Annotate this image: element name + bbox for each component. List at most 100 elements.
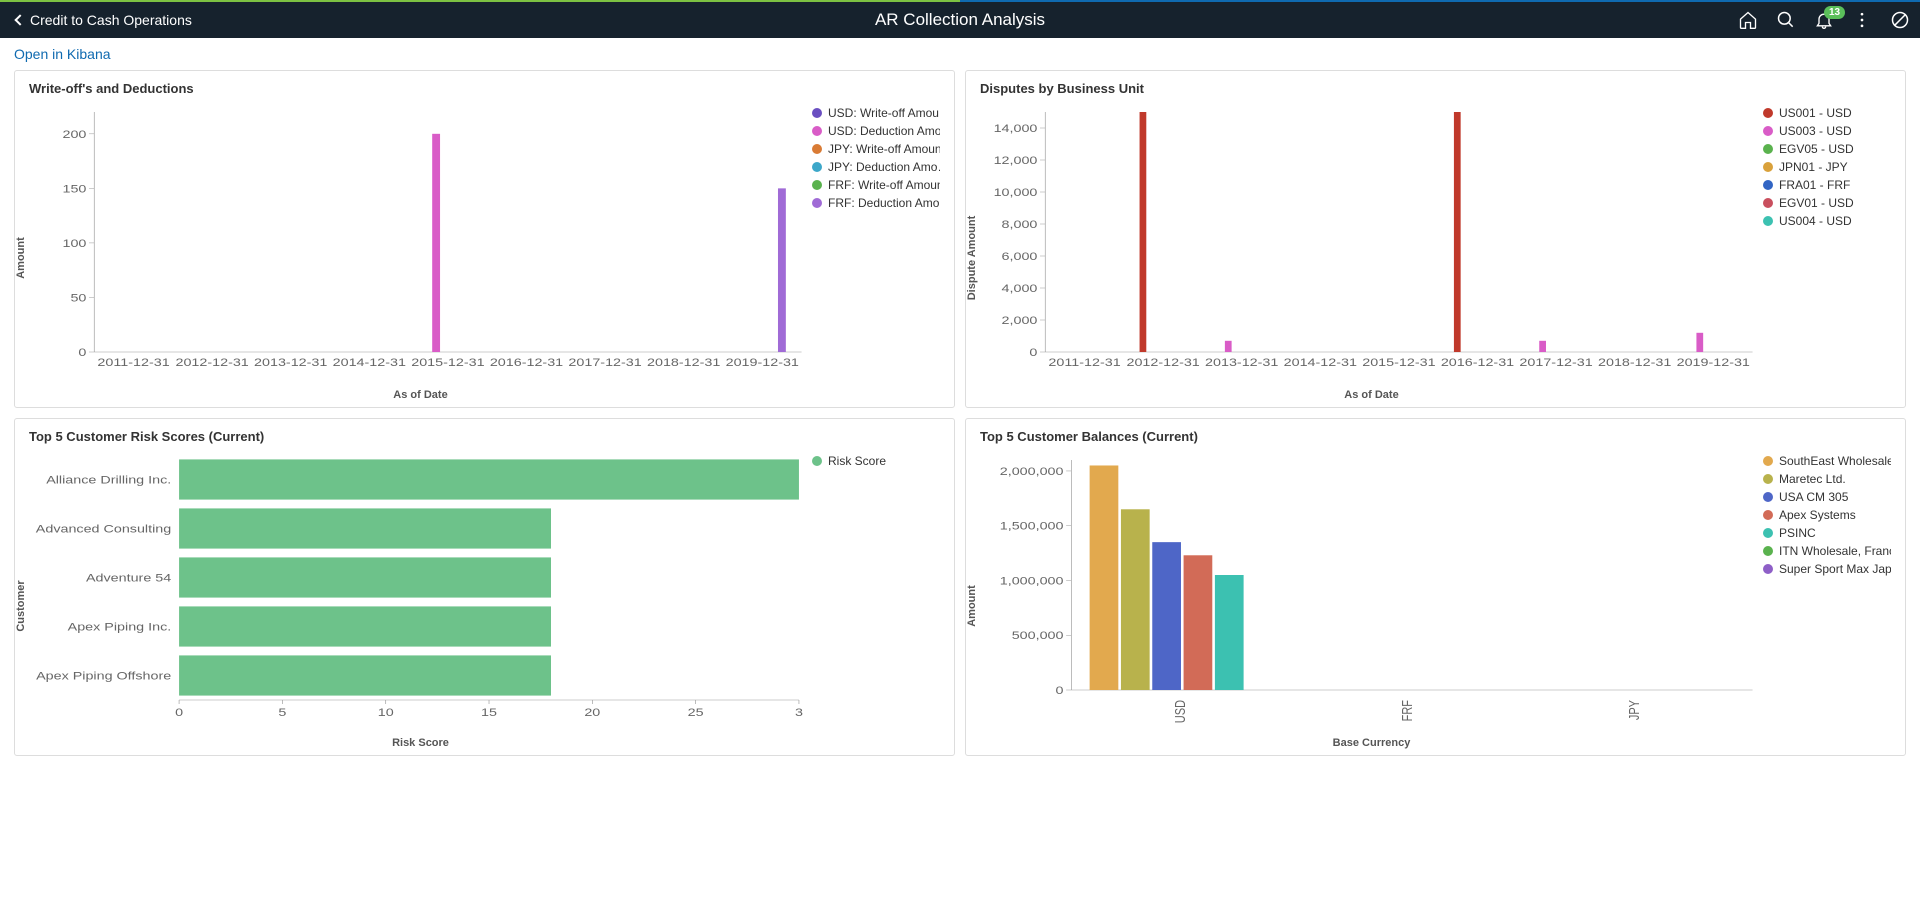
legend-swatch: [1763, 510, 1773, 520]
legend-swatch: [1763, 198, 1773, 208]
svg-text:150: 150: [62, 182, 86, 195]
x-axis-label: Base Currency: [980, 737, 1763, 749]
legend-swatch: [1763, 162, 1773, 172]
legend-item[interactable]: JPY: Deduction Amo…: [812, 160, 940, 174]
panel-title: Top 5 Customer Risk Scores (Current): [29, 429, 940, 444]
svg-text:2014-12-31: 2014-12-31: [333, 356, 406, 369]
legend-swatch: [1763, 108, 1773, 118]
page-title: AR Collection Analysis: [875, 10, 1045, 30]
legend-label: JPY: Write-off Amount: [828, 142, 940, 156]
chart-writeoffs[interactable]: Amount 0501001502002011-12-312012-12-312…: [29, 102, 812, 401]
legend-label: Apex Systems: [1779, 508, 1856, 522]
svg-text:2016-12-31: 2016-12-31: [490, 356, 563, 369]
svg-text:2012-12-31: 2012-12-31: [1126, 356, 1199, 369]
legend-item[interactable]: Super Sport Max Jap…: [1763, 562, 1891, 576]
legend-label: ITN Wholesale, France: [1779, 544, 1891, 558]
svg-text:JPY: JPY: [1626, 700, 1643, 721]
legend-label: USD: Deduction Amo…: [828, 124, 940, 138]
legend-item[interactable]: ITN Wholesale, France: [1763, 544, 1891, 558]
svg-text:2014-12-31: 2014-12-31: [1284, 356, 1357, 369]
search-icon[interactable]: [1776, 10, 1796, 30]
legend-item[interactable]: FRF: Deduction Amo…: [812, 196, 940, 210]
legend-label: Risk Score: [828, 454, 886, 468]
x-axis-label: As of Date: [980, 389, 1763, 401]
svg-text:2,000,000: 2,000,000: [1000, 465, 1064, 478]
legend-item[interactable]: JPY: Write-off Amount: [812, 142, 940, 156]
svg-text:2013-12-31: 2013-12-31: [254, 356, 327, 369]
legend-item[interactable]: US004 - USD: [1763, 214, 1891, 228]
legend-swatch: [1763, 180, 1773, 190]
legend-swatch: [1763, 546, 1773, 556]
svg-text:Apex Piping Offshore: Apex Piping Offshore: [36, 669, 171, 682]
svg-text:10: 10: [378, 706, 394, 719]
svg-text:2015-12-31: 2015-12-31: [411, 356, 484, 369]
svg-text:0: 0: [175, 706, 183, 719]
legend-item[interactable]: FRF: Write-off Amount: [812, 178, 940, 192]
legend-item[interactable]: USD: Deduction Amo…: [812, 124, 940, 138]
chart-disputes[interactable]: Dispute Amount 02,0004,0006,0008,00010,0…: [980, 102, 1763, 401]
legend-label: Super Sport Max Jap…: [1779, 562, 1891, 576]
legend-item[interactable]: US003 - USD: [1763, 124, 1891, 138]
legend-item[interactable]: Maretec Ltd.: [1763, 472, 1891, 486]
legend-item[interactable]: US001 - USD: [1763, 106, 1891, 120]
legend-item[interactable]: EGV01 - USD: [1763, 196, 1891, 210]
legend-balances: SouthEast Wholesaler Maretec Ltd. USA CM 3…: [1763, 450, 1891, 749]
chart-balances[interactable]: Amount 0500,0001,000,0001,500,0002,000,0…: [980, 450, 1763, 749]
svg-text:0: 0: [1056, 684, 1064, 697]
legend-item[interactable]: USD: Write-off Amou…: [812, 106, 940, 120]
svg-text:4,000: 4,000: [1002, 282, 1038, 295]
svg-text:5: 5: [278, 706, 286, 719]
home-icon[interactable]: [1738, 10, 1758, 30]
legend-swatch: [1763, 216, 1773, 226]
legend-item[interactable]: Risk Score: [812, 454, 940, 468]
svg-text:2017-12-31: 2017-12-31: [568, 356, 641, 369]
open-kibana-link[interactable]: Open in Kibana: [0, 38, 1920, 70]
back-button[interactable]: Credit to Cash Operations: [10, 10, 198, 30]
kebab-menu-icon[interactable]: [1852, 10, 1872, 30]
svg-text:2019-12-31: 2019-12-31: [726, 356, 799, 369]
legend-swatch: [1763, 564, 1773, 574]
y-axis-label: Amount: [966, 585, 978, 627]
svg-text:2011-12-31: 2011-12-31: [1048, 356, 1120, 369]
svg-text:Adventure 54: Adventure 54: [86, 571, 171, 584]
y-axis-label: Dispute Amount: [966, 215, 978, 300]
legend-label: US001 - USD: [1779, 106, 1852, 120]
panel-title: Disputes by Business Unit: [980, 81, 1891, 96]
legend-item[interactable]: JPN01 - JPY: [1763, 160, 1891, 174]
y-axis-label: Customer: [15, 580, 27, 631]
svg-text:2018-12-31: 2018-12-31: [1598, 356, 1671, 369]
legend-label: FRA01 - FRF: [1779, 178, 1850, 192]
x-axis-label: As of Date: [29, 389, 812, 401]
svg-text:8,000: 8,000: [1002, 218, 1038, 231]
notifications-icon[interactable]: 13: [1814, 10, 1834, 30]
legend-swatch: [812, 108, 822, 118]
panel-title: Top 5 Customer Balances (Current): [980, 429, 1891, 444]
chevron-left-icon: [14, 14, 25, 25]
legend-label: FRF: Deduction Amo…: [828, 196, 940, 210]
notifications-badge: 13: [1824, 6, 1845, 19]
legend-swatch: [812, 180, 822, 190]
legend-item[interactable]: SouthEast Wholesaler: [1763, 454, 1891, 468]
legend-label: PSINC: [1779, 526, 1816, 540]
legend-swatch: [812, 126, 822, 136]
chart-risk[interactable]: Customer Alliance Drilling Inc.Advanced …: [29, 450, 812, 749]
svg-text:2018-12-31: 2018-12-31: [647, 356, 720, 369]
svg-text:3: 3: [795, 706, 803, 719]
legend-item[interactable]: EGV05 - USD: [1763, 142, 1891, 156]
panel-title: Write-off's and Deductions: [29, 81, 940, 96]
legend-swatch: [1763, 492, 1773, 502]
svg-text:14,000: 14,000: [994, 122, 1038, 135]
svg-text:Alliance Drilling Inc.: Alliance Drilling Inc.: [46, 473, 171, 486]
legend-item[interactable]: FRA01 - FRF: [1763, 178, 1891, 192]
legend-swatch: [812, 162, 822, 172]
svg-text:USD: USD: [1171, 700, 1188, 723]
legend-item[interactable]: Apex Systems: [1763, 508, 1891, 522]
svg-text:0: 0: [78, 346, 86, 359]
block-icon[interactable]: [1890, 10, 1910, 30]
svg-text:200: 200: [62, 127, 86, 140]
legend-item[interactable]: USA CM 305: [1763, 490, 1891, 504]
legend-item[interactable]: PSINC: [1763, 526, 1891, 540]
svg-text:50: 50: [70, 291, 86, 304]
svg-text:2016-12-31: 2016-12-31: [1441, 356, 1514, 369]
svg-text:2019-12-31: 2019-12-31: [1677, 356, 1750, 369]
